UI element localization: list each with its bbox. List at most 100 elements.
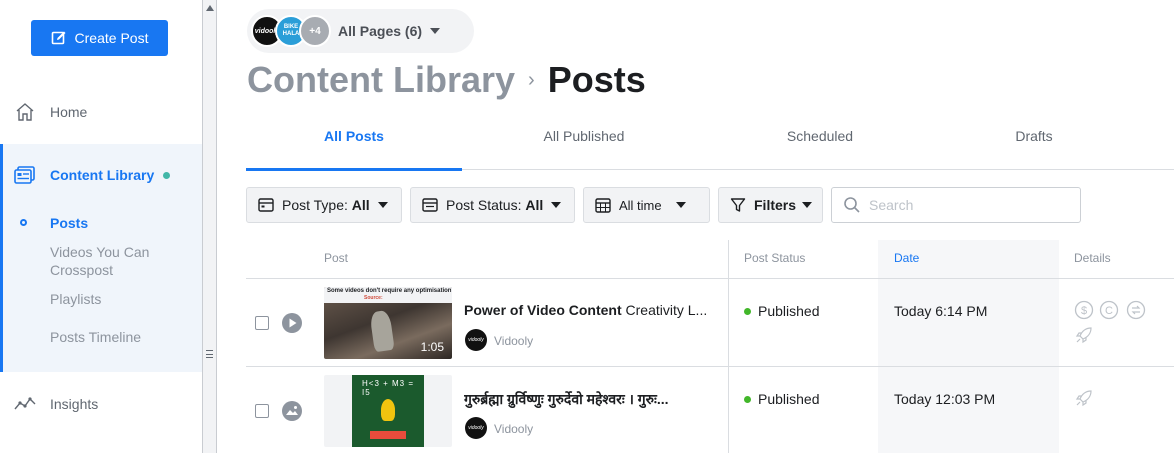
sidebar: Create Post Home Content Library Posts V… xyxy=(0,0,202,453)
video-duration: 1:05 xyxy=(420,340,444,354)
table-row[interactable]: Some videos don't require any optimisati… xyxy=(246,279,1174,366)
content-library-section: Content Library Posts Videos You Can Cro… xyxy=(0,144,202,372)
row-checkbox[interactable] xyxy=(255,404,269,418)
page-avatar: vidooly xyxy=(465,329,487,351)
published-dot xyxy=(744,307,751,315)
create-post-label: Create Post xyxy=(74,30,149,46)
sidebar-item-insights-label: Insights xyxy=(50,396,99,412)
time-range-value: All time xyxy=(619,197,662,213)
sidebar-item-home-label: Home xyxy=(50,104,88,120)
sidebar-item-playlists[interactable]: Playlists xyxy=(50,290,101,308)
sidebar-item-posts[interactable]: Posts xyxy=(50,214,88,232)
post-type-value: All xyxy=(351,197,370,213)
post-type-icon xyxy=(258,197,274,213)
play-icon xyxy=(282,313,302,333)
thumbnail-banner xyxy=(370,431,406,439)
app-root: Create Post Home Content Library Posts V… xyxy=(0,0,1174,453)
page-avatar: vidooly xyxy=(465,417,487,439)
sidebar-item-videos-crosspost[interactable]: Videos You Can xyxy=(50,243,149,261)
thumbnail-bulb xyxy=(381,399,395,421)
tab-all-published[interactable]: All Published xyxy=(476,116,692,170)
post-status-icon xyxy=(422,197,438,213)
home-icon xyxy=(14,101,36,123)
svg-text:C: C xyxy=(1105,305,1113,317)
avatar-more-count: +4 xyxy=(299,15,331,47)
column-header-post-status[interactable]: Post Status xyxy=(744,251,805,265)
post-tabs: All Posts All Published Scheduled Drafts xyxy=(246,116,1174,171)
photo-icon xyxy=(282,401,302,421)
chevron-down-icon xyxy=(551,202,562,208)
search-input[interactable] xyxy=(869,197,1069,213)
filters-label: Filters xyxy=(754,197,797,213)
tab-drafts[interactable]: Drafts xyxy=(926,116,1142,170)
thumbnail-source: Source: xyxy=(364,295,383,301)
content-library-icon xyxy=(14,164,36,186)
post-date: Today 6:14 PM xyxy=(894,303,988,319)
thumbnail-subject xyxy=(369,309,395,353)
column-header-date[interactable]: Date xyxy=(894,251,919,265)
active-bullet xyxy=(20,219,27,226)
copyright-icon[interactable]: C xyxy=(1099,300,1119,320)
post-status-value: All xyxy=(525,197,544,213)
column-header-details: Details xyxy=(1074,251,1111,265)
sidebar-item-posts-timeline[interactable]: Posts Timeline xyxy=(50,328,141,346)
resize-grip-icon[interactable] xyxy=(206,350,213,358)
chevron-down-icon xyxy=(377,202,388,208)
page-avatars: vidooly BIKE HALA +4 xyxy=(251,15,336,47)
search-box[interactable] xyxy=(831,187,1081,223)
page-title: Posts xyxy=(547,59,646,100)
thumbnail-artwork: H<3 + M3 = I5 xyxy=(352,375,424,447)
post-type-label: Post Type: xyxy=(282,197,348,213)
crosspost-icon[interactable] xyxy=(1126,300,1146,320)
status-badge: Published xyxy=(744,391,820,407)
sidebar-item-videos-crosspost-line2[interactable]: Crosspost xyxy=(50,261,113,279)
calendar-icon xyxy=(595,197,611,213)
funnel-icon xyxy=(730,197,746,213)
notification-dot xyxy=(163,171,171,179)
filters-button[interactable]: Filters xyxy=(718,187,823,223)
row-checkbox[interactable] xyxy=(255,316,269,330)
posts-table: Post Post Status Date Details Some video… xyxy=(246,240,1174,453)
sidebar-item-home[interactable]: Home xyxy=(0,100,202,124)
sidebar-scrollbar[interactable] xyxy=(202,0,217,453)
page-name: Vidooly xyxy=(494,334,534,348)
post-status-filter[interactable]: Post Status: All xyxy=(410,187,575,223)
status-text: Published xyxy=(758,303,820,319)
sidebar-item-insights[interactable]: Insights xyxy=(0,392,202,416)
pages-label: All Pages (6) xyxy=(338,23,423,39)
breadcrumb: Content Library › Posts xyxy=(247,58,646,102)
main-content: vidooly BIKE HALA +4 All Pages (6) Conte… xyxy=(217,0,1174,453)
post-thumbnail[interactable]: Some videos don't require any optimisati… xyxy=(324,287,452,359)
post-title-rest: Creativity L... xyxy=(621,302,708,318)
sidebar-item-content-library[interactable]: Content Library xyxy=(14,164,171,186)
breadcrumb-separator-icon: › xyxy=(528,68,535,91)
published-dot xyxy=(744,395,751,403)
post-title-bold: Power of Video Content xyxy=(464,302,622,318)
tab-all-posts[interactable]: All Posts xyxy=(246,116,462,171)
page-selector[interactable]: vidooly BIKE HALA +4 All Pages (6) xyxy=(247,9,474,53)
post-thumbnail[interactable]: H<3 + M3 = I5 xyxy=(324,375,452,447)
table-row[interactable]: H<3 + M3 = I5 गुरुर्ब्रह्मा ग्रुर्विष्णु… xyxy=(246,367,1174,453)
time-range-filter[interactable]: All time xyxy=(583,187,710,223)
boost-rocket-icon[interactable] xyxy=(1074,325,1094,345)
dollar-icon[interactable]: $ xyxy=(1074,300,1094,320)
compose-icon xyxy=(51,31,66,45)
post-status-label: Post Status: xyxy=(446,197,522,213)
scroll-up-arrow-icon[interactable] xyxy=(206,5,214,11)
svg-text:$: $ xyxy=(1081,305,1087,317)
thumbnail-caption: Some videos don't require any optimisati… xyxy=(327,288,452,294)
boost-rocket-icon[interactable] xyxy=(1074,388,1094,408)
create-post-button[interactable]: Create Post xyxy=(31,20,168,56)
post-title[interactable]: Power of Video Content Creativity L... xyxy=(464,302,714,318)
page-name: Vidooly xyxy=(494,422,534,436)
chevron-down-icon xyxy=(430,28,441,34)
tab-scheduled[interactable]: Scheduled xyxy=(712,116,928,170)
thumbnail-caption-bar: Some videos don't require any optimisati… xyxy=(324,287,452,303)
breadcrumb-parent[interactable]: Content Library xyxy=(247,59,515,101)
thumbnail-caption: H<3 + M3 = I5 xyxy=(362,379,415,397)
status-badge: Published xyxy=(744,303,820,319)
post-title[interactable]: गुरुर्ब्रह्मा ग्रुर्विष्णुः गुरुर्देवो म… xyxy=(464,390,714,409)
chevron-down-icon xyxy=(675,202,686,208)
post-type-filter[interactable]: Post Type: All xyxy=(246,187,402,223)
search-icon xyxy=(844,197,860,213)
